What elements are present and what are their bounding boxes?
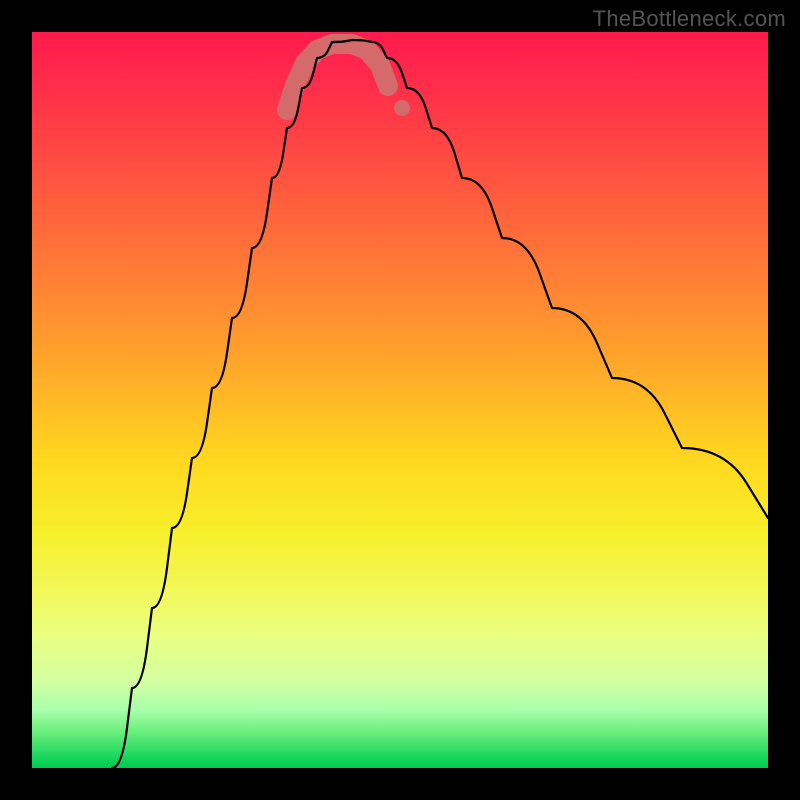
chart-frame: TheBottleneck.com [0,0,800,800]
highlight-dot [394,100,410,116]
plot-area [32,32,768,768]
watermark-text: TheBottleneck.com [593,6,786,32]
curve-layer [32,32,768,768]
highlight-band [287,44,388,110]
bottleneck-curve [112,40,768,768]
